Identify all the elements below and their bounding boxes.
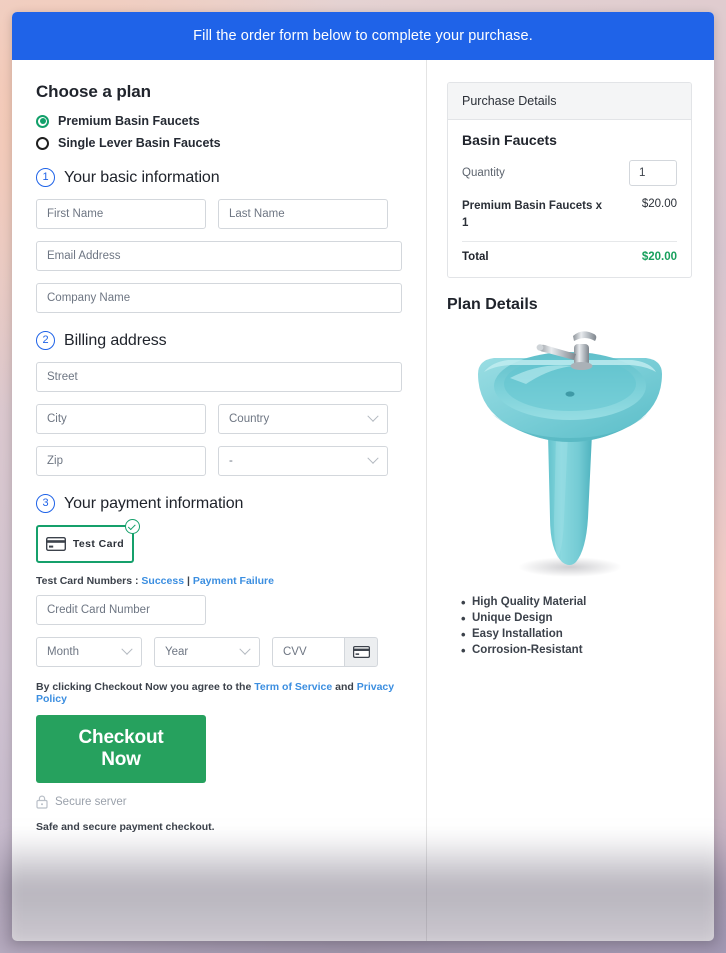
plan-option-premium[interactable]: Premium Basin Faucets (36, 114, 402, 128)
country-select[interactable]: Country (218, 404, 388, 434)
plan-option-single-lever[interactable]: Single Lever Basin Faucets (36, 136, 402, 150)
street-input[interactable]: Street (36, 362, 402, 392)
country-select-value: Country (229, 413, 270, 425)
state-select-value: - (229, 455, 233, 467)
step-basic-information: 1 Your basic information (36, 168, 402, 187)
credit-card-row: Credit Card Number (36, 595, 402, 625)
safe-checkout-note: Safe and secure payment checkout. (36, 821, 215, 833)
chevron-down-icon (367, 410, 379, 422)
plan-option-premium-label: Premium Basin Faucets (58, 114, 200, 128)
quantity-label: Quantity (462, 167, 505, 179)
year-select-value: Year (165, 646, 189, 658)
expiry-cvv-row: Month Year CVV (36, 637, 402, 667)
chevron-down-icon (239, 643, 251, 655)
order-form-column: Choose a plan Premium Basin Faucets Sing… (12, 60, 426, 941)
content-columns: Choose a plan Premium Basin Faucets Sing… (12, 60, 714, 941)
terms-notice: By clicking Checkout Now you agree to th… (36, 681, 402, 705)
product-title: Basin Faucets (462, 132, 557, 148)
lock-icon (36, 795, 48, 809)
company-row: Company Name (36, 283, 402, 313)
quantity-row: Quantity 1 (462, 160, 677, 186)
test-card-label: Test Card (72, 538, 125, 550)
line-item-row: Premium Basin Faucets x 1 $20.00 (462, 198, 677, 231)
city-input[interactable]: City (36, 404, 206, 434)
step-3-title: Your payment information (64, 494, 244, 512)
feature-item: Easy Installation (461, 627, 692, 642)
chevron-down-icon (367, 452, 379, 464)
term-of-service-link[interactable]: Term of Service (254, 681, 332, 693)
credit-card-number-input[interactable]: Credit Card Number (36, 595, 206, 625)
terms-and: and (335, 681, 354, 693)
chevron-down-icon (121, 643, 133, 655)
zip-state-row: Zip - (36, 446, 402, 476)
credit-card-icon (45, 537, 66, 551)
total-value: $20.00 (641, 251, 677, 264)
step-1-title: Your basic information (64, 168, 220, 186)
first-name-input[interactable]: First Name (36, 199, 206, 229)
cvv-card-icon-button[interactable] (344, 637, 378, 667)
line-item-name: Premium Basin Faucets x 1 (462, 200, 602, 229)
plan-option-single-lever-label: Single Lever Basin Faucets (58, 136, 221, 150)
email-input[interactable]: Email Address (36, 241, 402, 271)
check-circle-icon (125, 519, 140, 534)
year-select[interactable]: Year (154, 637, 260, 667)
company-input[interactable]: Company Name (36, 283, 402, 313)
product-image (447, 322, 692, 582)
payment-failure-link[interactable]: Payment Failure (193, 575, 274, 587)
purchase-details-body: Basin Faucets Quantity 1 Premium Basin F… (448, 120, 691, 277)
success-link[interactable]: Success (141, 575, 184, 587)
cvv-group: CVV (272, 637, 378, 667)
checkout-card: Fill the order form below to complete yo… (12, 12, 714, 941)
step-1-number: 1 (36, 168, 55, 187)
email-row: Email Address (36, 241, 402, 271)
terms-prefix: By clicking Checkout Now you agree to th… (36, 681, 252, 693)
last-name-input[interactable]: Last Name (218, 199, 388, 229)
radio-premium-icon[interactable] (36, 114, 49, 128)
summary-column: Purchase Details Basin Faucets Quantity … (426, 60, 714, 941)
zip-input[interactable]: Zip (36, 446, 206, 476)
line-item-price: $20.00 (641, 198, 677, 210)
street-row: Street (36, 362, 402, 392)
quantity-input[interactable]: 1 (629, 160, 677, 186)
step-payment-information: 3 Your payment information (36, 494, 402, 513)
credit-card-icon (352, 646, 370, 658)
test-card-numbers-prefix: Test Card Numbers : (36, 575, 139, 587)
step-2-number: 2 (36, 331, 55, 350)
link-separator: | (186, 575, 190, 587)
month-select[interactable]: Month (36, 637, 142, 667)
step-2-title: Billing address (64, 331, 167, 349)
secure-server-row: Secure server (36, 795, 402, 809)
city-country-row: City Country (36, 404, 402, 434)
feature-item: High Quality Material (461, 595, 692, 610)
checkout-button[interactable]: Checkout Now (36, 715, 206, 783)
choose-plan-heading: Choose a plan (36, 82, 151, 101)
state-select[interactable]: - (218, 446, 388, 476)
feature-item: Corrosion-Resistant (461, 643, 692, 658)
step-billing-address: 2 Billing address (36, 331, 402, 350)
feature-item: Unique Design (461, 611, 692, 626)
basin-sink-illustration (477, 331, 662, 578)
page-banner: Fill the order form below to complete yo… (12, 12, 714, 60)
purchase-details-header: Purchase Details (448, 83, 691, 120)
test-card-numbers: Test Card Numbers : Success | Payment Fa… (36, 575, 402, 587)
step-3-number: 3 (36, 494, 55, 513)
cvv-input[interactable]: CVV (272, 637, 344, 667)
test-card-option[interactable]: Test Card (36, 519, 140, 563)
feature-list: High Quality Material Unique Design Easy… (447, 595, 692, 658)
name-row: First Name Last Name (36, 199, 402, 229)
plan-details-heading: Plan Details (447, 296, 538, 314)
radio-single-lever-icon[interactable] (36, 136, 49, 150)
month-select-value: Month (47, 646, 79, 658)
total-row: Total $20.00 (462, 251, 677, 263)
total-label: Total (462, 251, 489, 264)
purchase-details-box: Purchase Details Basin Faucets Quantity … (447, 82, 692, 279)
divider (462, 241, 677, 243)
secure-server-label: Secure server (55, 796, 127, 808)
